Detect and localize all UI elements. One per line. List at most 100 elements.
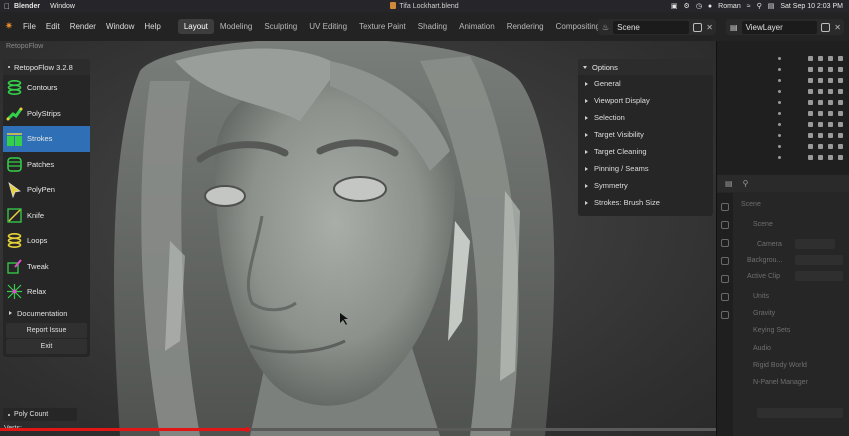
n-panel-manager-panel[interactable]: N-Panel Manager xyxy=(753,379,808,386)
clock-datetime[interactable]: Sat Sep 10 2:03 PM xyxy=(780,3,843,10)
option-symmetry[interactable]: Symmetry xyxy=(578,177,713,194)
outliner-row[interactable] xyxy=(717,119,849,130)
tool-label: Patches xyxy=(27,159,55,169)
outliner-row[interactable] xyxy=(717,86,849,97)
retopoflow-title-bar[interactable]: RetopoFlow 3.2.8 xyxy=(3,59,90,75)
option-selection[interactable]: Selection xyxy=(578,109,713,126)
tab-rendering[interactable]: Rendering xyxy=(501,19,550,34)
tool-contours[interactable]: Contours xyxy=(3,75,90,101)
properties-editor[interactable]: ▤ ⚲ Scene Scene Camera Backgrou... Activ… xyxy=(716,175,849,436)
keying-sets-panel[interactable]: Keying Sets xyxy=(753,327,790,334)
poly-count-toggle[interactable]: Poly Count xyxy=(3,408,77,421)
collapse-triangle-icon xyxy=(583,65,587,69)
gravity-panel[interactable]: Gravity xyxy=(753,310,775,317)
tool-polypen[interactable]: PolyPen xyxy=(3,177,90,203)
outliner-row[interactable] xyxy=(717,152,849,163)
menu-file[interactable]: File xyxy=(18,22,41,31)
tab-texture-paint[interactable]: Texture Paint xyxy=(353,19,412,34)
active-clip-field[interactable] xyxy=(795,271,843,281)
outliner[interactable] xyxy=(716,41,849,175)
option-strokes-brush-size[interactable]: Strokes: Brush Size xyxy=(578,194,713,211)
properties-header: ▤ ⚲ xyxy=(717,175,849,192)
tab-shading[interactable]: Shading xyxy=(412,19,453,34)
user-icon[interactable]: ● xyxy=(708,3,712,10)
world-tab-icon[interactable] xyxy=(721,293,729,301)
control-center-icon[interactable]: ▤ xyxy=(768,2,775,10)
option-pinning-seams[interactable]: Pinning / Seams xyxy=(578,160,713,177)
copy-scene-icon[interactable] xyxy=(693,22,703,32)
search-icon[interactable]: ⚲ xyxy=(743,179,749,188)
tool-loops[interactable]: Loops xyxy=(3,228,90,254)
wifi-icon[interactable]: ≈ xyxy=(747,3,751,10)
rigid-body-world-panel[interactable]: Rigid Body World xyxy=(753,362,807,369)
search-icon[interactable]: ⚲ xyxy=(757,2,762,10)
user-name[interactable]: Roman xyxy=(718,3,741,10)
outliner-row[interactable] xyxy=(717,108,849,119)
menu-edit[interactable]: Edit xyxy=(41,22,65,31)
gear-icon[interactable]: ⚙ xyxy=(684,2,690,10)
documentation-toggle[interactable]: Documentation xyxy=(3,305,90,322)
menu-window[interactable]: Window xyxy=(101,22,139,31)
outliner-row[interactable] xyxy=(717,141,849,152)
polypen-icon xyxy=(8,182,21,199)
scene-panel-header[interactable]: Scene xyxy=(753,221,773,228)
apple-icon[interactable]:  xyxy=(0,2,14,11)
outliner-row[interactable] xyxy=(717,97,849,108)
output-tab-icon[interactable] xyxy=(721,239,729,247)
tab-sculpting[interactable]: Sculpting xyxy=(258,19,303,34)
view-layer-name-field[interactable]: ViewLayer xyxy=(741,20,818,34)
tool-relax[interactable]: Relax xyxy=(3,279,90,305)
audio-panel[interactable]: Audio xyxy=(753,345,771,352)
tool-polystrips[interactable]: PolyStrips xyxy=(3,101,90,127)
tab-modeling[interactable]: Modeling xyxy=(214,19,258,34)
copy-view-layer-icon[interactable] xyxy=(821,22,831,32)
video-progress-knob[interactable] xyxy=(245,427,251,432)
close-scene-icon[interactable]: ✕ xyxy=(706,23,713,32)
outliner-row[interactable] xyxy=(717,75,849,86)
option-target-cleaning[interactable]: Target Cleaning xyxy=(578,143,713,160)
tab-uv-editing[interactable]: UV Editing xyxy=(303,19,353,34)
report-issue-button[interactable]: Report Issue xyxy=(6,322,87,338)
tool-tweak[interactable]: Tweak xyxy=(3,254,90,280)
option-viewport-display[interactable]: Viewport Display xyxy=(578,92,713,109)
clock-icon[interactable]: ◷ xyxy=(696,2,702,10)
properties-editor-icon[interactable]: ▤ xyxy=(725,179,733,188)
video-progress-bar[interactable] xyxy=(0,427,716,432)
properties-bottom-field[interactable] xyxy=(757,408,843,418)
view-layer-tab-icon[interactable] xyxy=(721,257,729,265)
scene-tab-icon[interactable] xyxy=(721,275,729,283)
documentation-label: Documentation xyxy=(17,308,68,318)
expand-triangle-icon xyxy=(585,183,588,188)
screen-record-icon[interactable]: ▣ xyxy=(671,2,678,10)
view-layer-selector[interactable]: ▤ ViewLayer ✕ xyxy=(726,19,844,35)
render-tab-icon[interactable] xyxy=(721,221,729,229)
camera-field[interactable] xyxy=(795,239,835,249)
collection-tab-icon[interactable] xyxy=(721,311,729,319)
tool-tab-icon[interactable] xyxy=(721,203,729,211)
window-menu[interactable]: Window xyxy=(50,3,75,10)
contours-icon xyxy=(7,80,22,96)
tab-animation[interactable]: Animation xyxy=(453,19,501,34)
units-panel[interactable]: Units xyxy=(753,293,769,300)
close-view-layer-icon[interactable]: ✕ xyxy=(834,23,841,32)
background-field[interactable] xyxy=(795,255,843,265)
app-name-menu[interactable]: Blender xyxy=(14,3,40,10)
option-target-visibility[interactable]: Target Visibility xyxy=(578,126,713,143)
outliner-row[interactable] xyxy=(717,53,849,64)
tool-strokes[interactable]: Strokes xyxy=(3,126,90,152)
tab-layout[interactable]: Layout xyxy=(177,19,214,34)
tool-patches[interactable]: Patches xyxy=(3,152,90,178)
options-title-bar[interactable]: Options xyxy=(578,59,713,75)
3d-viewport[interactable]: RetopoFlow RetopoFlow 3.2.8 Contours Pol… xyxy=(0,41,716,436)
outliner-row[interactable] xyxy=(717,64,849,75)
outliner-row[interactable] xyxy=(717,130,849,141)
menu-render[interactable]: Render xyxy=(65,22,101,31)
menu-help[interactable]: Help xyxy=(139,22,165,31)
scene-name-field[interactable]: Scene xyxy=(613,20,690,34)
option-label: Pinning / Seams xyxy=(594,164,649,173)
exit-button[interactable]: Exit xyxy=(6,338,87,354)
tool-knife[interactable]: Knife xyxy=(3,203,90,229)
blender-logo-icon[interactable]: ✷ xyxy=(0,21,18,32)
scene-selector[interactable]: ♨ Scene ✕ xyxy=(598,19,716,35)
option-general[interactable]: General xyxy=(578,75,713,92)
